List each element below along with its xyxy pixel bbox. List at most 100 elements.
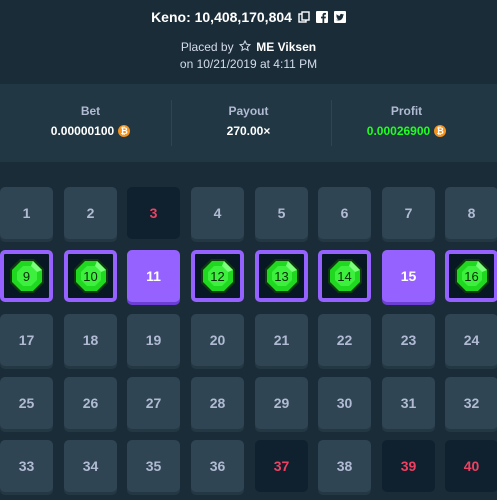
tile-number: 33 [18, 458, 35, 474]
bitcoin-icon: ₿ [434, 125, 447, 137]
tile-number: 7 [404, 205, 413, 221]
keno-tile-25[interactable]: 25 [0, 377, 53, 429]
keno-tile-39[interactable]: 39 [382, 440, 435, 492]
tile-number: 32 [463, 395, 480, 411]
tile-number: 17 [18, 332, 35, 348]
tile-number: 30 [336, 395, 353, 411]
tile-number: 13 [274, 268, 289, 284]
tile-number: 16 [464, 268, 479, 284]
keno-tile-13[interactable]: 13 [255, 250, 308, 302]
tile-number: 14 [337, 268, 352, 284]
keno-tile-36[interactable]: 36 [191, 440, 244, 492]
keno-tile-5[interactable]: 5 [255, 187, 308, 239]
username-link[interactable]: ME Viksen [256, 40, 316, 54]
payout-value-row: 270.00× [166, 124, 331, 138]
keno-tile-14[interactable]: 14 [318, 250, 371, 302]
keno-tile-31[interactable]: 31 [382, 377, 435, 429]
keno-tile-30[interactable]: 30 [318, 377, 371, 429]
copy-icon[interactable] [298, 11, 310, 23]
keno-tile-27[interactable]: 27 [127, 377, 180, 429]
bet-stats-panel: Bet 0.00000100 ₿ Payout 270.00× Profit 0… [0, 84, 497, 162]
keno-tile-7[interactable]: 7 [382, 187, 435, 239]
twitter-icon[interactable] [333, 11, 346, 23]
tile-number: 28 [209, 395, 226, 411]
keno-tile-37[interactable]: 37 [255, 440, 308, 492]
tile-number: 38 [336, 458, 353, 474]
keno-tile-34[interactable]: 34 [64, 440, 117, 492]
keno-tile-23[interactable]: 23 [382, 314, 435, 366]
emerald-gem-icon: 14 [326, 257, 364, 295]
tile-number: 11 [146, 268, 161, 284]
emerald-gem-icon: 16 [453, 257, 491, 295]
emerald-gem-icon: 9 [8, 257, 46, 295]
keno-tile-6[interactable]: 6 [318, 187, 371, 239]
placed-by-line: Placed by ME Viksen [0, 39, 497, 55]
page-title: Keno: 10,408,170,804 [151, 9, 292, 25]
keno-tile-15[interactable]: 15 [382, 250, 435, 302]
tile-number: 39 [400, 458, 417, 474]
tile-number: 24 [463, 332, 480, 348]
keno-tile-18[interactable]: 18 [64, 314, 117, 366]
keno-tile-32[interactable]: 32 [445, 377, 497, 429]
bet-value: 0.00000100 [50, 124, 115, 138]
tile-number: 40 [463, 458, 480, 474]
tile-number: 36 [209, 458, 226, 474]
tile-number: 26 [82, 395, 99, 411]
tile-number: 31 [400, 395, 417, 411]
facebook-icon[interactable] [315, 11, 328, 23]
keno-tile-33[interactable]: 33 [0, 440, 53, 492]
keno-tile-9[interactable]: 9 [0, 250, 53, 302]
keno-tile-11[interactable]: 11 [127, 250, 180, 302]
keno-tile-28[interactable]: 28 [191, 377, 244, 429]
keno-tile-12[interactable]: 12 [191, 250, 244, 302]
keno-tile-1[interactable]: 1 [0, 187, 53, 239]
keno-tile-8[interactable]: 8 [445, 187, 497, 239]
tile-number: 37 [273, 458, 290, 474]
keno-tile-38[interactable]: 38 [318, 440, 371, 492]
tile-number: 15 [400, 268, 417, 284]
tile-number: 27 [145, 395, 162, 411]
keno-tile-10[interactable]: 10 [64, 250, 117, 302]
tile-number: 23 [400, 332, 417, 348]
title-row: Keno: 10,408,170,804 [0, 7, 497, 27]
keno-tile-26[interactable]: 26 [64, 377, 117, 429]
keno-tile-21[interactable]: 21 [255, 314, 308, 366]
keno-tile-16[interactable]: 16 [445, 250, 497, 302]
keno-tile-24[interactable]: 24 [445, 314, 497, 366]
keno-tile-35[interactable]: 35 [127, 440, 180, 492]
tile-number: 6 [340, 205, 349, 221]
bet-details-header: Keno: 10,408,170,804 Placed by ME Viksen… [0, 0, 497, 84]
tile-number: 5 [277, 205, 286, 221]
payout-value: 270.00× [226, 124, 271, 138]
placed-date: on 10/21/2019 at 4:11 PM [179, 57, 318, 71]
profit-value-row: 0.00026900 ₿ [324, 124, 489, 138]
tile-number: 12 [210, 268, 225, 284]
emerald-gem-icon: 12 [199, 257, 237, 295]
bet-label: Bet [80, 104, 101, 118]
tile-number: 10 [83, 268, 98, 284]
keno-tile-29[interactable]: 29 [255, 377, 308, 429]
bitcoin-icon: ₿ [118, 125, 131, 137]
keno-tile-17[interactable]: 17 [0, 314, 53, 366]
tile-number: 25 [18, 395, 35, 411]
tile-number: 19 [145, 332, 162, 348]
profit-label: Profit [390, 104, 423, 118]
tile-number: 9 [22, 268, 31, 284]
keno-tile-20[interactable]: 20 [191, 314, 244, 366]
keno-tile-40[interactable]: 40 [445, 440, 497, 492]
keno-tile-3[interactable]: 3 [127, 187, 180, 239]
tile-number: 4 [213, 205, 222, 221]
tile-number: 1 [22, 205, 31, 221]
keno-tile-4[interactable]: 4 [191, 187, 244, 239]
keno-tile-19[interactable]: 19 [127, 314, 180, 366]
tile-number: 2 [86, 205, 95, 221]
bet-value-row: 0.00000100 ₿ [8, 124, 173, 138]
tile-number: 35 [145, 458, 162, 474]
keno-board: 1 2 3 4 5 6 7 8 9 10 11 12 13 14 15 16 17 18 19 20 21 22 23 24 2… [0, 162, 497, 500]
emerald-gem-icon: 13 [263, 257, 301, 295]
placed-by-label: Placed by [180, 40, 234, 54]
tile-number: 34 [82, 458, 99, 474]
keno-tile-22[interactable]: 22 [318, 314, 371, 366]
keno-tile-2[interactable]: 2 [64, 187, 117, 239]
star-outline-icon [238, 39, 252, 55]
